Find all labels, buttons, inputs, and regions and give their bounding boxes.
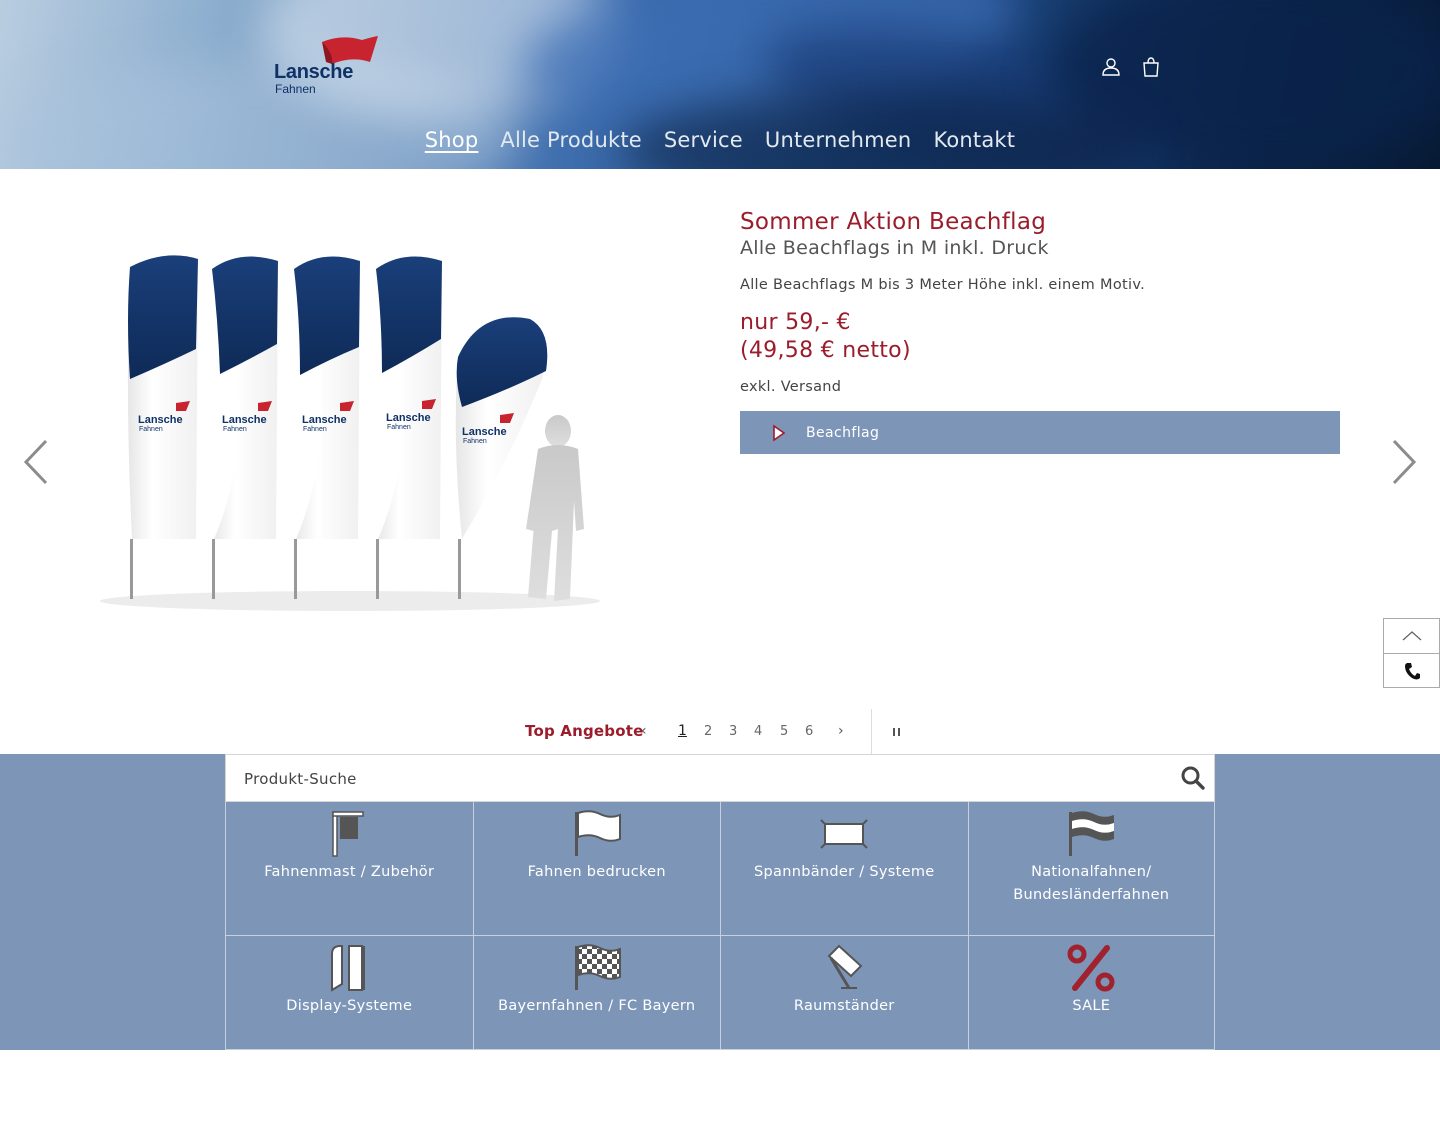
pagination-page-6[interactable]: 6: [805, 724, 813, 739]
category-label: SALE: [1072, 998, 1111, 1014]
main-navigation: Shop Alle Produkte Service Unternehmen K…: [0, 128, 1440, 152]
category-label: Raumständer: [793, 998, 895, 1014]
slide-content: Sommer Aktion Beachflag Alle Beachflags …: [740, 209, 1340, 454]
category-raumstaender[interactable]: Raumständer: [720, 936, 968, 1050]
category-section: Fahnenmast / Zubehör Fahnen bedrucken Sp…: [0, 754, 1440, 1050]
pagination-label: Top Angebote: [525, 722, 644, 740]
checkered-flag-icon: [574, 944, 621, 990]
beachflag-button[interactable]: Beachflag: [740, 411, 1340, 454]
category-display-systeme[interactable]: Display-Systeme: [225, 936, 473, 1050]
category-label: Fahnenmast / Zubehör: [264, 864, 435, 880]
svg-text:Lansche: Lansche: [222, 414, 267, 426]
slide-title: Sommer Aktion Beachflag: [740, 209, 1047, 235]
scroll-to-top-button[interactable]: [1384, 619, 1439, 653]
nav-unternehmen[interactable]: Unternehmen: [765, 128, 912, 152]
slider-prev-arrow-icon[interactable]: [20, 437, 50, 487]
nav-shop[interactable]: Shop: [425, 128, 479, 152]
pagination-page-5[interactable]: 5: [780, 724, 788, 739]
category-sale[interactable]: SALE: [967, 936, 1215, 1050]
svg-text:Lansche: Lansche: [462, 426, 507, 438]
svg-text:Fahnen: Fahnen: [139, 426, 163, 433]
pagination-page-3[interactable]: 3: [729, 724, 737, 739]
banner-frame-icon: [820, 819, 868, 849]
slider-next-arrow-icon[interactable]: [1390, 437, 1420, 487]
slide-price: nur 59,- € (49,58 € netto): [740, 309, 1340, 365]
hero-slider: Lansche Lansche Lansche Lansche Lansche …: [0, 169, 1440, 709]
category-bayernfahnen[interactable]: Bayernfahnen / FC Bayern: [472, 936, 720, 1050]
flag-icon: [574, 810, 621, 856]
national-flag-icon: [1069, 811, 1115, 856]
pagination-page-1[interactable]: 1: [678, 723, 687, 739]
beachflag-product-image: Lansche Lansche Lansche Lansche Lansche …: [100, 255, 600, 611]
category-nationalfahnen[interactable]: Nationalfahnen/ Bundesländerfahnen: [967, 802, 1215, 936]
pagination-prev-button[interactable]: ‹: [641, 723, 647, 739]
slide-description: Alle Beachflags M bis 3 Meter Höhe inkl.…: [740, 277, 1145, 293]
category-label: Fahnen bedrucken: [527, 864, 666, 880]
flagpole-icon: [332, 811, 364, 857]
pagination-page-4[interactable]: 4: [754, 724, 762, 739]
category-label: Display-Systeme: [286, 998, 413, 1014]
search-icon[interactable]: [1180, 765, 1206, 791]
beachflag-button-label: Beachflag: [806, 424, 880, 441]
play-arrow-icon: [773, 423, 786, 442]
nav-service[interactable]: Service: [664, 128, 743, 152]
shipping-note: exkl. Versand: [740, 379, 842, 395]
svg-text:Lansche: Lansche: [386, 412, 431, 424]
pagination-page-2[interactable]: 2: [704, 724, 712, 739]
search-input[interactable]: [244, 767, 1144, 791]
pause-icon[interactable]: [892, 727, 902, 737]
svg-text:Fahnen: Fahnen: [463, 438, 487, 445]
svg-text:Fahnen: Fahnen: [303, 426, 327, 433]
phone-icon: [1404, 662, 1420, 679]
nav-alle-produkte[interactable]: Alle Produkte: [500, 128, 642, 152]
room-stand-icon: [827, 944, 863, 989]
nav-kontakt[interactable]: Kontakt: [933, 128, 1015, 152]
category-label: Nationalfahnen/ Bundesländerfahnen: [1013, 864, 1170, 903]
category-spannbaender[interactable]: Spannbänder / Systeme: [720, 802, 968, 936]
person-silhouette: [526, 415, 584, 601]
pagination-divider: [871, 709, 872, 754]
product-search: [225, 754, 1215, 802]
display-system-icon: [331, 945, 366, 992]
slide-subtitle: Alle Beachflags in M inkl. Druck: [740, 237, 1049, 259]
category-fahnen-bedrucken[interactable]: Fahnen bedrucken: [472, 802, 720, 936]
category-label: Spannbänder / Systeme: [754, 864, 935, 880]
side-quick-actions: [1383, 618, 1440, 688]
category-fahnenmast[interactable]: Fahnenmast / Zubehör: [225, 802, 473, 936]
account-icon[interactable]: [1100, 55, 1122, 79]
site-header: Lansche Fahnen Shop Alle Produkte Servic…: [0, 0, 1440, 169]
price-net: (49,58 € netto): [740, 338, 911, 363]
chevron-up-icon: [1402, 631, 1421, 641]
percent-icon: [1067, 944, 1115, 992]
svg-text:Lansche: Lansche: [138, 414, 183, 426]
category-label: Bayernfahnen / FC Bayern: [498, 998, 696, 1014]
site-logo[interactable]: Lansche Fahnen: [272, 32, 382, 98]
logo-brand-text: Lansche: [274, 61, 354, 83]
slider-pagination: Top Angebote ‹ 1 2 3 4 5 6 ›: [0, 709, 1440, 754]
logo-sub-text: Fahnen: [275, 82, 316, 96]
category-grid: Fahnenmast / Zubehör Fahnen bedrucken Sp…: [225, 802, 1215, 1050]
svg-text:Lansche: Lansche: [302, 414, 347, 426]
logo-flag-icon: [322, 36, 378, 64]
phone-button[interactable]: [1384, 653, 1439, 687]
cart-icon[interactable]: [1140, 55, 1162, 79]
pagination-next-button[interactable]: ›: [838, 723, 844, 739]
svg-text:Fahnen: Fahnen: [387, 424, 411, 431]
price-gross: nur 59,- €: [740, 310, 851, 335]
header-actions: [1100, 55, 1162, 79]
svg-text:Fahnen: Fahnen: [223, 426, 247, 433]
